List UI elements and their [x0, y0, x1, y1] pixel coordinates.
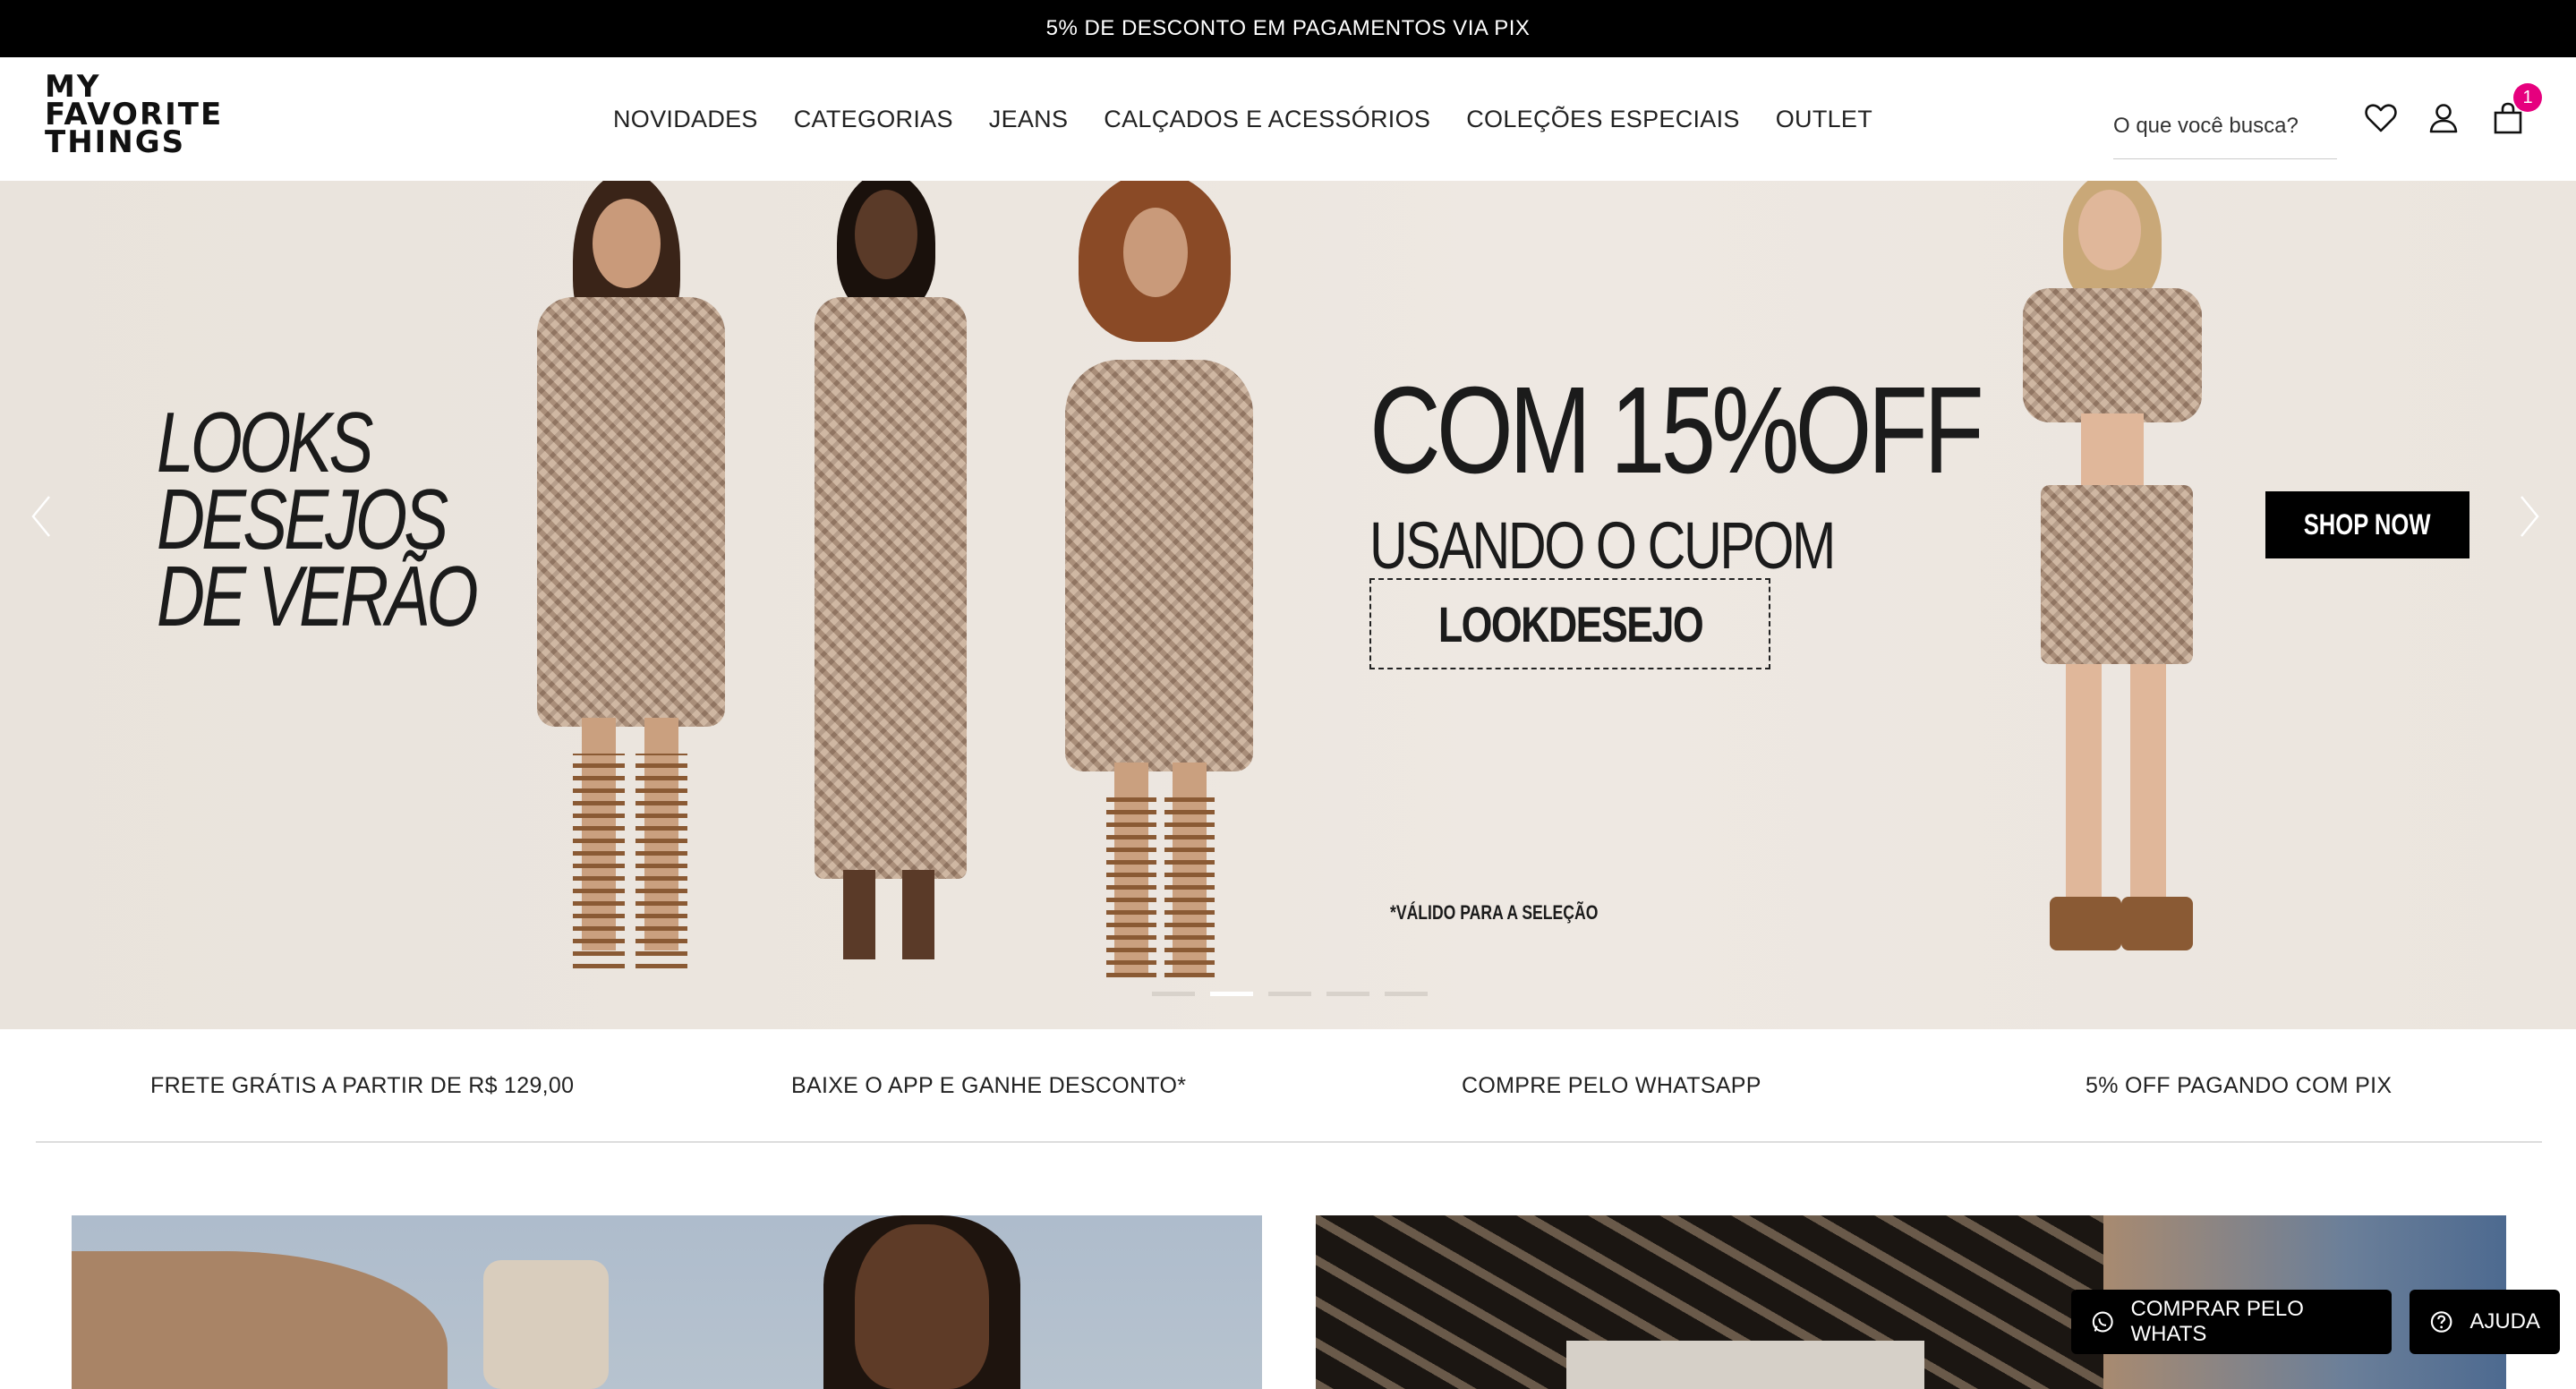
help-label: AJUDA: [2469, 1309, 2540, 1334]
whatsapp-buy-label: COMPRAR PELO WHATS: [2130, 1297, 2304, 1346]
user-icon: [2429, 104, 2458, 133]
whatsapp-buy-button[interactable]: COMPRAR PELO WHATS: [2071, 1290, 2392, 1354]
benefit-app-discount[interactable]: BAIXE O APP E GANHE DESCONTO*: [791, 1029, 1186, 1143]
chevron-left-icon: [31, 496, 50, 537]
main-nav: NOVIDADES CATEGORIAS JEANS CALÇADOS E AC…: [613, 57, 1872, 181]
benefits-bar: FRETE GRÁTIS A PARTIR DE R$ 129,00 BAIXE…: [36, 1029, 2542, 1143]
benefit-free-shipping[interactable]: FRETE GRÁTIS A PARTIR DE R$ 129,00: [150, 1029, 574, 1143]
carousel-dot-2[interactable]: [1210, 992, 1253, 996]
promo-subheadline: USANDO O CUPOM: [1369, 508, 1836, 583]
carousel-prev-button[interactable]: [14, 485, 68, 548]
model-image-4: [1996, 181, 2229, 986]
hero-title: LOOKS DESEJOS DE VERÃO: [157, 395, 479, 644]
carousel-dots: [1152, 992, 1428, 996]
promo-headline: COM 15%OFF: [1369, 362, 1984, 499]
nav-jeans[interactable]: JEANS: [989, 106, 1069, 133]
shop-now-button[interactable]: SHOP NOW: [2265, 491, 2469, 558]
model-image-1: [519, 181, 743, 986]
carousel-dot-5[interactable]: [1385, 992, 1428, 996]
nav-outlet[interactable]: OUTLET: [1776, 106, 1872, 133]
promo-disclaimer: *VÁLIDO PARA A SELEÇÃO: [1390, 901, 1599, 924]
help-button[interactable]: AJUDA: [2410, 1290, 2560, 1354]
model-image-3: [1047, 181, 1271, 986]
hero-banner[interactable]: LOOKS DESEJOS DE VERÃO COM 15%OFF USANDO…: [0, 181, 2576, 1029]
announcement-bar: 5% DE DESCONTO EM PAGAMENTOS VIA PIX: [0, 0, 2576, 57]
brand-logo[interactable]: MY FAVORITE THINGS: [45, 72, 223, 160]
hero-title-line-1: LOOKS: [157, 395, 373, 490]
logo-line-3: THINGS: [45, 124, 186, 160]
search-input[interactable]: [2113, 113, 2337, 139]
carousel-dot-4[interactable]: [1326, 992, 1369, 996]
heart-icon: [2365, 104, 2397, 132]
shop-now-label: SHOP NOW: [2304, 508, 2431, 541]
announcement-text: 5% DE DESCONTO EM PAGAMENTOS VIA PIX: [1045, 16, 1531, 40]
benefit-pix[interactable]: 5% OFF PAGANDO COM PIX: [2086, 1029, 2392, 1143]
chevron-right-icon: [2521, 496, 2539, 537]
site-header: MY FAVORITE THINGS NOVIDADES CATEGORIAS …: [0, 57, 2576, 181]
category-tile-left[interactable]: [72, 1215, 1262, 1389]
search-box: [2113, 93, 2337, 159]
hero-title-line-3: DE VERÃO: [157, 549, 479, 644]
coupon-code: LOOKDESEJO: [1437, 595, 1703, 652]
nav-calcados-acessorios[interactable]: CALÇADOS E ACESSÓRIOS: [1104, 106, 1430, 133]
nav-novidades[interactable]: NOVIDADES: [613, 106, 758, 133]
coupon-box: LOOKDESEJO: [1369, 578, 1770, 669]
carousel-dot-3[interactable]: [1268, 992, 1311, 996]
carousel-next-button[interactable]: [2503, 485, 2556, 548]
hero-title-line-2: DESEJOS: [157, 472, 448, 567]
account-button[interactable]: [2424, 98, 2463, 138]
question-icon: [2430, 1311, 2452, 1333]
cart-count-badge: 1: [2513, 83, 2542, 112]
carousel-dot-1[interactable]: [1152, 992, 1195, 996]
nav-colecoes-especiais[interactable]: COLEÇÕES ESPECIAIS: [1466, 106, 1740, 133]
wishlist-button[interactable]: [2361, 98, 2401, 138]
nav-categorias[interactable]: CATEGORIAS: [794, 106, 953, 133]
model-image-2: [788, 181, 994, 986]
benefit-whatsapp[interactable]: COMPRE PELO WHATSAPP: [1462, 1029, 1761, 1143]
whatsapp-icon: [2092, 1311, 2113, 1333]
